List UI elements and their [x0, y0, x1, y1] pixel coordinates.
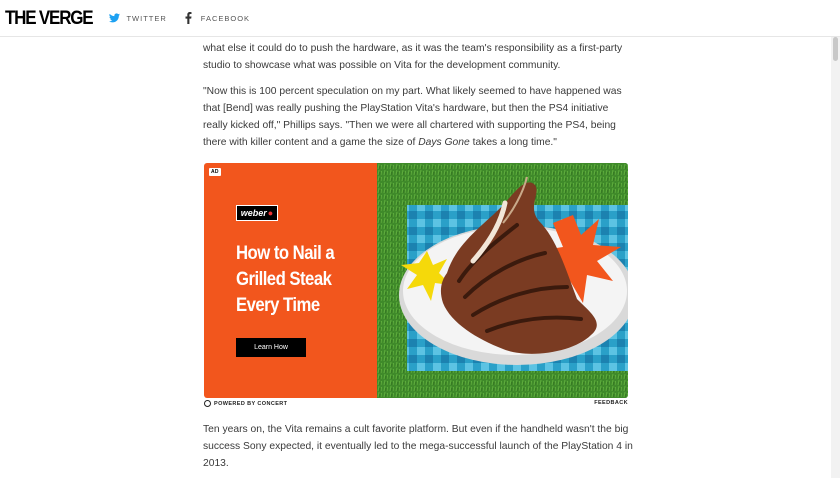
weber-logo: weber ●: [236, 205, 278, 221]
ad-badge: AD: [209, 168, 221, 176]
site-logo[interactable]: THE VERGE: [5, 7, 94, 30]
powered-by-label: POWERED BY CONCERT: [214, 400, 288, 407]
weber-logo-text: weber: [240, 208, 267, 218]
quote-text-end: takes a long time.": [469, 137, 557, 148]
facebook-label: FACEBOOK: [200, 13, 251, 23]
scrollbar-thumb[interactable]: [833, 37, 838, 61]
advertisement[interactable]: AD weber ● How to Nail a Grilled Steak Ev…: [204, 163, 628, 398]
twitter-label: TWITTER: [126, 13, 167, 23]
site-header: THE VERGE TWITTER FACEBOOK: [0, 0, 840, 37]
concert-icon: [204, 400, 211, 407]
steak-illustration: [377, 163, 628, 398]
twitter-icon: [108, 12, 120, 24]
game-title: Days Gone: [418, 137, 470, 148]
ad-footer: POWERED BY CONCERT FEEDBACK: [204, 400, 628, 410]
page-scrollbar[interactable]: [831, 37, 840, 478]
article-paragraph: Ten years on, the Vita remains a cult fa…: [203, 424, 633, 469]
article-paragraph-quote: "Now this is 100 percent speculation on …: [203, 83, 633, 151]
facebook-share-button[interactable]: FACEBOOK: [183, 12, 250, 24]
learn-how-button[interactable]: Learn How: [236, 338, 306, 357]
ad-text-panel: AD weber ● How to Nail a Grilled Steak Ev…: [204, 163, 377, 398]
ad-image-steak: [377, 163, 628, 398]
article-paragraph: what else it could do to push the hardwa…: [203, 43, 623, 71]
powered-by-concert[interactable]: POWERED BY CONCERT: [204, 400, 287, 407]
twitter-share-button[interactable]: TWITTER: [108, 12, 166, 24]
ad-feedback-link[interactable]: FEEDBACK: [594, 400, 628, 406]
facebook-icon: [183, 12, 195, 24]
quote-text: "Now this is 100 percent speculation on …: [203, 86, 622, 148]
ad-headline: How to Nail a Grilled Steak Every Time: [236, 243, 335, 316]
